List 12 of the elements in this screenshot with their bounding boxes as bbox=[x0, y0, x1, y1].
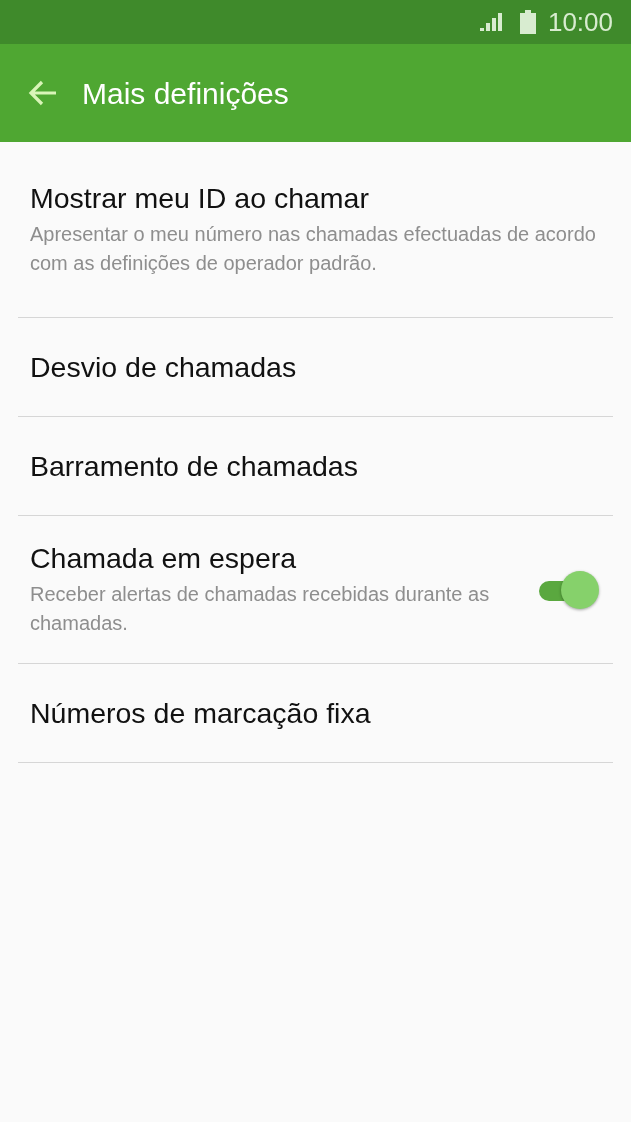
signal-icon bbox=[479, 13, 504, 31]
setting-title[interactable]: Números de marcação fixa bbox=[30, 695, 601, 731]
setting-title[interactable]: Mostrar meu ID ao chamar bbox=[30, 181, 601, 216]
screen-title: Mais definições bbox=[82, 75, 289, 112]
setting-description: Apresentar o meu número nas chamadas efectuadas de acordo com as definições de operador padrão. bbox=[30, 221, 597, 276]
back-arrow-icon[interactable] bbox=[28, 80, 58, 106]
setting-title[interactable]: Chamada em espera bbox=[30, 541, 519, 576]
setting-title[interactable]: Desvio de chamadas bbox=[30, 349, 601, 385]
clock-time: 10:00 bbox=[547, 5, 613, 39]
setting-title[interactable]: Barramento de chamadas bbox=[30, 448, 601, 484]
battery-icon bbox=[519, 10, 536, 34]
setting-description: Receber alertas de chamadas recebidas durante as chamadas. bbox=[30, 581, 490, 636]
